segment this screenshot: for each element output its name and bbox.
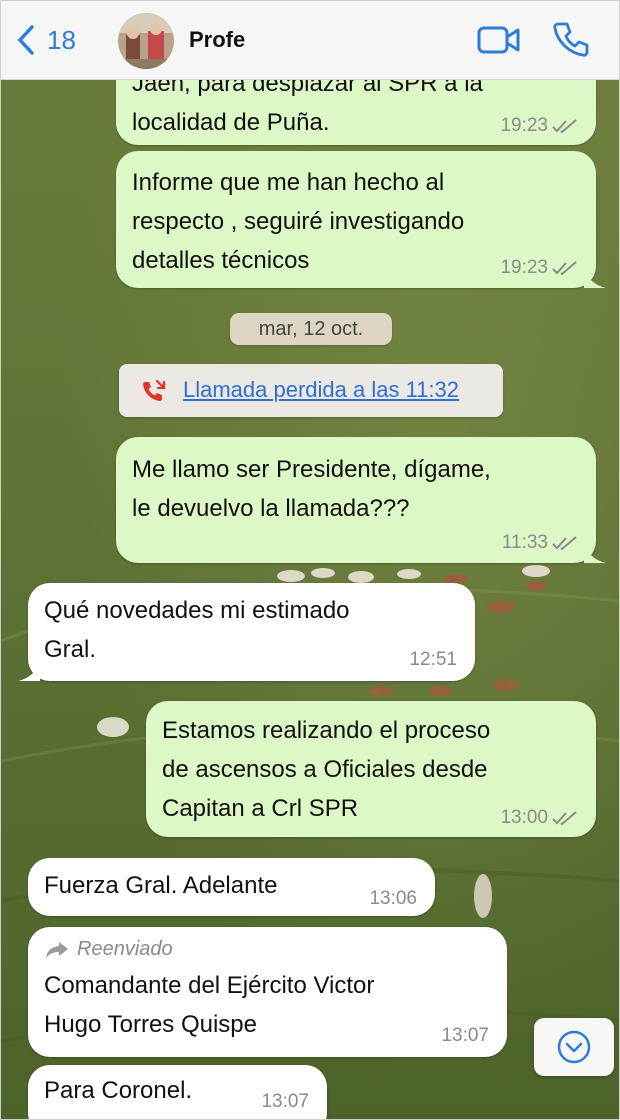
- double-check-icon: [552, 119, 577, 134]
- phone-icon[interactable]: [553, 21, 589, 57]
- missed-call-icon: [143, 379, 166, 401]
- message-text: Capitan a Crl SPR: [162, 795, 359, 822]
- chat-screen: 18 Profe Jaén, para desplazar al SPR a l…: [0, 0, 620, 1120]
- message-meta: 13:07: [441, 1025, 489, 1047]
- message-meta: 13:07: [261, 1091, 309, 1113]
- message-text: Informe que me han hecho al: [132, 169, 445, 196]
- message-time: 19:23: [500, 115, 548, 136]
- message-bubble-outgoing[interactable]: Me llamo ser Presidente, dígame, le devu…: [116, 437, 606, 563]
- message-text: Me llamo ser Presidente, dígame,: [132, 456, 491, 483]
- date-separator: mar, 12 oct.: [230, 313, 392, 345]
- message-meta: 13:00: [500, 807, 578, 829]
- message-bubble-incoming[interactable]: Para Coronel. 13:07: [28, 1065, 327, 1119]
- message-text: respecto , seguiré investigando: [132, 208, 465, 235]
- back-button[interactable]: 18: [15, 21, 76, 59]
- double-check-icon: [552, 536, 577, 551]
- message-time: 13:00: [500, 807, 548, 828]
- message-text: Gral.: [44, 636, 97, 663]
- message-text: detalles técnicos: [132, 247, 310, 274]
- message-bubble-incoming[interactable]: Reenviado Comandante del Ejército Victor…: [28, 927, 507, 1057]
- message-text: Estamos realizando el proceso: [162, 717, 491, 744]
- double-check-icon: [552, 261, 577, 276]
- double-check-icon: [552, 811, 577, 826]
- message-time: 13:06: [369, 888, 417, 909]
- scroll-to-bottom-button[interactable]: [534, 1018, 614, 1076]
- message-text: Fuerza Gral. Adelante: [44, 872, 278, 899]
- forward-arrow-icon: [46, 941, 68, 958]
- message-meta: 12:51: [409, 649, 457, 671]
- message-time: 13:07: [261, 1091, 309, 1112]
- message-time: 13:07: [441, 1025, 489, 1046]
- message-bubble-outgoing[interactable]: Estamos realizando el proceso de ascenso…: [146, 701, 596, 837]
- chat-header: 18 Profe: [1, 1, 619, 80]
- message-text: Hugo Torres Quispe: [44, 1011, 257, 1038]
- message-meta: 13:06: [369, 888, 417, 910]
- scroll-down-icon: [557, 1030, 591, 1064]
- message-meta: 19:23: [500, 257, 578, 279]
- contact-name[interactable]: Profe: [189, 27, 245, 53]
- bubble-tail: [584, 541, 606, 563]
- message-text: localidad de Puña.: [132, 109, 330, 136]
- message-text: le devuelvo la llamada???: [132, 495, 410, 522]
- bubble-tail: [584, 266, 606, 288]
- bubble-tail: [18, 659, 40, 681]
- message-text: de ascensos a Oficiales desde: [162, 756, 488, 783]
- missed-call-text[interactable]: Llamada perdida a las 11:32: [183, 377, 459, 403]
- message-text: Qué novedades mi estimado: [44, 597, 350, 624]
- avatar[interactable]: [118, 13, 174, 69]
- message-time: 12:51: [409, 649, 457, 670]
- forwarded-label: Reenviado: [45, 938, 173, 961]
- unread-count: 18: [47, 24, 76, 55]
- back-chevron-icon: [18, 25, 34, 55]
- video-call-icon[interactable]: [477, 23, 521, 57]
- message-meta: 11:33: [502, 532, 578, 554]
- message-bubble-incoming[interactable]: Fuerza Gral. Adelante 13:06: [28, 858, 435, 916]
- message-time: 11:33: [501, 532, 548, 553]
- message-bubble-outgoing[interactable]: Informe que me han hecho al respecto , s…: [116, 151, 606, 288]
- message-text: Comandante del Ejército Victor: [44, 972, 375, 999]
- missed-call-notice[interactable]: Llamada perdida a las 11:32: [119, 364, 503, 417]
- message-text: Para Coronel.: [44, 1077, 193, 1104]
- message-time: 19:23: [500, 257, 548, 278]
- message-bubble-incoming[interactable]: Qué novedades mi estimado Gral. 12:51: [18, 583, 475, 681]
- message-meta: 19:23: [500, 115, 578, 137]
